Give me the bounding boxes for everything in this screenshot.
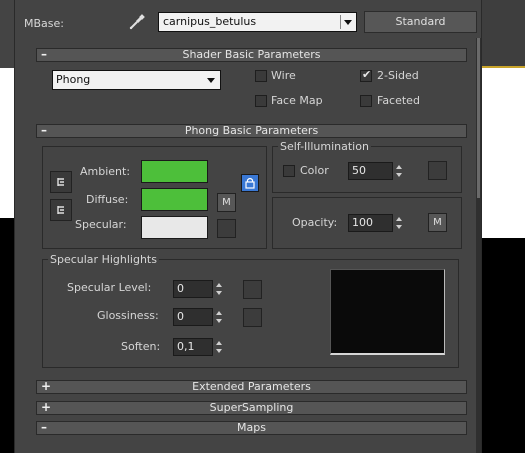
glossiness-map-button[interactable] (243, 308, 262, 327)
specular-level-input[interactable]: 0 (173, 280, 213, 298)
collapse-icon: – (41, 123, 47, 137)
face-map-checkbox[interactable] (255, 95, 267, 107)
bracket-lock-icon (57, 178, 64, 186)
rollout-shader-basic[interactable]: – Shader Basic Parameters (36, 48, 467, 62)
viewport-area (482, 238, 525, 453)
ambient-label: Ambient: (80, 165, 131, 178)
self-illum-color-checkbox[interactable] (283, 165, 295, 177)
opacity-label: Opacity: (292, 216, 338, 229)
opacity-input[interactable]: 100 (348, 214, 393, 232)
face-map-label: Face Map (271, 94, 323, 107)
diffuse-map-button[interactable]: M (217, 193, 236, 212)
two-sided-label: 2-Sided (377, 69, 419, 82)
shader-type-value: Phong (56, 73, 91, 86)
scrollbar-thumb[interactable] (477, 38, 480, 198)
self-illum-spinner[interactable] (394, 162, 404, 180)
collapse-icon: – (41, 47, 47, 61)
shader-type-dropdown[interactable]: Phong (52, 70, 221, 90)
soften-input[interactable]: 0,1 (173, 338, 213, 356)
rollout-title: Maps (237, 421, 266, 434)
rollout-phong-basic[interactable]: – Phong Basic Parameters (36, 124, 467, 138)
rollout-extended[interactable]: + Extended Parameters (36, 380, 467, 394)
expand-icon: + (41, 379, 52, 393)
bracket-lock-icon (57, 206, 64, 214)
lock-icon[interactable] (241, 174, 259, 192)
opacity-spinner[interactable] (394, 214, 404, 232)
material-type-button[interactable]: Standard (364, 11, 477, 33)
highlight-curve-preview (330, 269, 445, 355)
rollout-title: Phong Basic Parameters (184, 124, 319, 137)
rollout-title: Extended Parameters (192, 380, 311, 393)
mbase-label: MBase: (24, 17, 64, 30)
specular-map-button[interactable] (217, 219, 236, 238)
specular-label: Specular: (75, 218, 127, 231)
two-sided-checkbox[interactable]: ✔ (360, 68, 372, 82)
material-name-dropdown[interactable]: carnipus_betulus (158, 12, 357, 32)
rollout-maps[interactable]: – Maps (36, 421, 467, 435)
wire-checkbox[interactable] (255, 70, 267, 82)
viewport-background (482, 0, 525, 66)
lock-diffuse-specular-map-button[interactable] (50, 199, 72, 221)
self-illum-map-button[interactable] (428, 161, 447, 180)
diffuse-color-swatch[interactable] (141, 188, 208, 211)
faceted-label: Faceted (377, 94, 420, 107)
chevron-down-icon[interactable] (204, 73, 218, 87)
glossiness-label: Glossiness: (97, 309, 159, 322)
self-illum-color-label: Color (300, 164, 329, 177)
wire-label: Wire (271, 69, 296, 82)
material-name-value: carnipus_betulus (163, 15, 257, 28)
specular-color-swatch[interactable] (141, 216, 208, 239)
specular-highlights-title: Specular Highlights (48, 253, 159, 266)
viewport-area (0, 218, 14, 453)
diffuse-label: Diffuse: (86, 193, 129, 206)
rollout-title: Shader Basic Parameters (182, 48, 321, 61)
specular-level-spinner[interactable] (214, 280, 224, 298)
eyedropper-icon[interactable] (128, 13, 146, 31)
rollout-title: SuperSampling (209, 401, 294, 414)
ambient-color-swatch[interactable] (141, 160, 208, 183)
opacity-map-button[interactable]: M (428, 213, 447, 232)
faceted-checkbox[interactable] (360, 95, 372, 107)
viewport-area (482, 68, 525, 238)
soften-spinner[interactable] (214, 338, 224, 356)
specular-level-label: Specular Level: (67, 281, 152, 294)
rollout-supersampling[interactable]: + SuperSampling (36, 401, 467, 415)
lock-ambient-diffuse-map-button[interactable] (50, 171, 72, 193)
checkmark-icon: ✔ (362, 68, 372, 81)
collapse-icon: – (41, 420, 47, 434)
specular-level-map-button[interactable] (243, 280, 262, 299)
self-illumination-title: Self-Illumination (278, 140, 371, 153)
glossiness-input[interactable]: 0 (173, 308, 213, 326)
soften-label: Soften: (121, 340, 161, 353)
glossiness-spinner[interactable] (214, 308, 224, 326)
self-illum-input[interactable]: 50 (348, 162, 393, 180)
expand-icon: + (41, 400, 52, 414)
viewport-area (0, 68, 14, 218)
chevron-down-icon[interactable] (340, 15, 354, 29)
